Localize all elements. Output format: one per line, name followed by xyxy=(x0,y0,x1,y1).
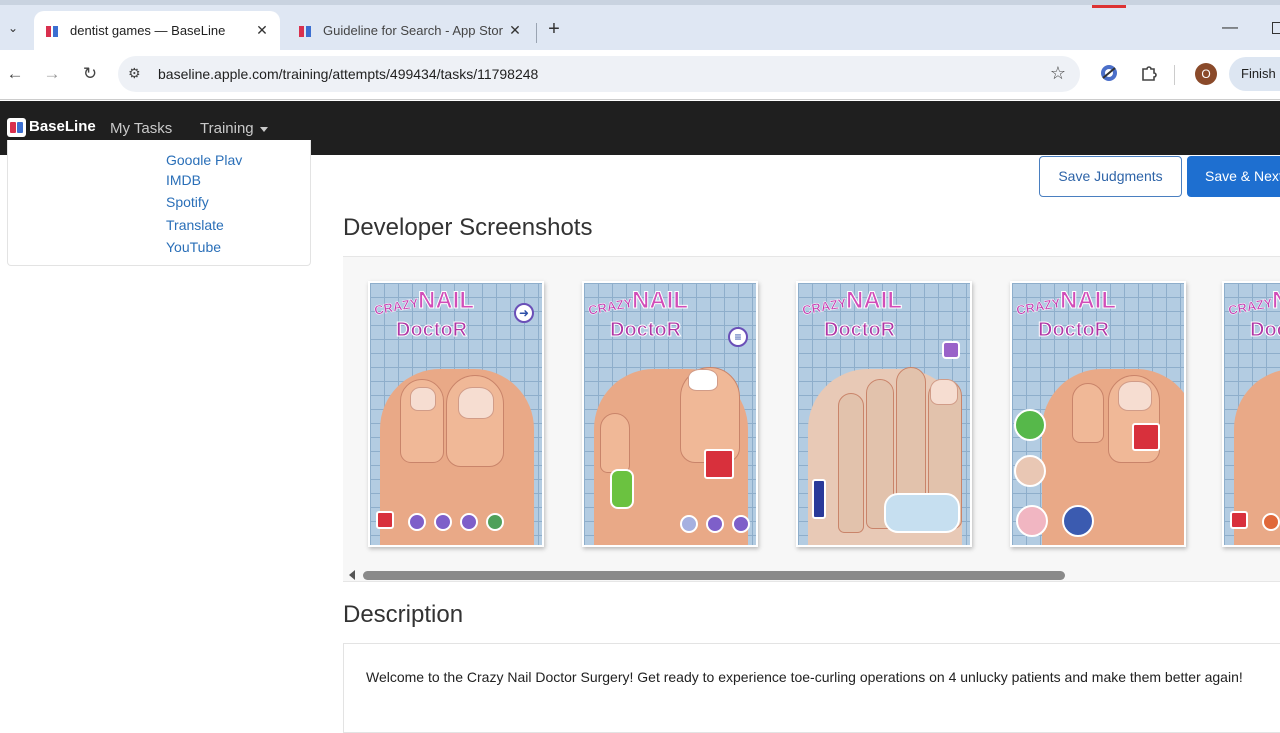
close-icon[interactable]: ✕ xyxy=(254,22,270,39)
save-next-button[interactable]: Save & Next xyxy=(1187,156,1280,197)
tool-icon xyxy=(460,513,478,531)
recording-indicator xyxy=(1092,5,1126,8)
close-icon[interactable]: ✕ xyxy=(507,22,523,39)
bandage-icon xyxy=(1132,423,1160,451)
game-logo: CRAZY NAIL DoctoR xyxy=(801,287,903,342)
game-logo: CRAZY NAIL DoctoR xyxy=(373,287,475,342)
sidebar-link-google-play[interactable]: Google Play xyxy=(166,155,242,165)
horizontal-scrollbar[interactable] xyxy=(363,571,1065,580)
nav-training-label: Training xyxy=(200,120,254,137)
app-screenshot[interactable]: CRAZY NAIL DoctoR xyxy=(1222,281,1280,547)
sidebar-link-spotify[interactable]: Spotify xyxy=(166,194,209,210)
tab-title: dentist games — BaseLine xyxy=(70,23,226,38)
app-screenshot[interactable]: CRAZY NAIL DoctoR xyxy=(1010,281,1186,547)
star-icon[interactable]: ☆ xyxy=(1050,63,1066,84)
arrow-left-icon[interactable]: ← xyxy=(4,64,26,84)
chevron-down-icon[interactable]: ⌄ xyxy=(4,19,22,37)
tune-icon[interactable]: ⚙ xyxy=(128,65,141,82)
bandage-icon xyxy=(704,449,734,479)
thumb-icon xyxy=(1014,409,1046,441)
plus-icon[interactable]: + xyxy=(544,19,564,39)
baseline-favicon-icon xyxy=(297,23,313,39)
email-icon xyxy=(1016,505,1048,537)
scroll-left-arrow-icon[interactable] xyxy=(349,570,355,580)
developer-screenshots-heading: Developer Screenshots xyxy=(343,214,593,241)
caret-down-icon xyxy=(259,126,268,132)
minimize-icon[interactable]: — xyxy=(1222,19,1238,37)
maximize-icon[interactable] xyxy=(1272,22,1280,34)
tool-icon xyxy=(376,511,394,529)
bottle-icon xyxy=(812,479,826,519)
finish-button[interactable]: Finish u xyxy=(1229,57,1280,91)
tool-icon xyxy=(486,513,504,531)
description-text: Welcome to the Crazy Nail Doctor Surgery… xyxy=(366,669,1243,685)
menu-icon: ≡ xyxy=(728,327,748,347)
game-logo: CRAZY NAIL DoctoR xyxy=(1015,287,1117,342)
screenshots-carousel[interactable]: CRAZY NAIL DoctoR ➜ CRAZY NAIL DoctoR ≡ xyxy=(343,256,1280,582)
nav-training[interactable]: Training xyxy=(200,120,268,137)
browser-tab-active[interactable]: dentist games — BaseLine ✕ xyxy=(34,11,280,50)
toolbar-divider xyxy=(1174,65,1175,85)
sidebar-clip: Google Play xyxy=(0,155,320,165)
sharp-label-icon xyxy=(884,493,960,533)
app-screenshot[interactable]: CRAZY NAIL DoctoR ➜ xyxy=(368,281,544,547)
tool-icon xyxy=(434,513,452,531)
game-logo: CRAZY NAIL DoctoR xyxy=(1227,287,1280,342)
puzzle-icon[interactable] xyxy=(1138,63,1160,85)
baseline-logo-icon xyxy=(7,118,26,137)
avatar[interactable]: O xyxy=(1195,63,1217,85)
sidebar-link-imdb[interactable]: IMDB xyxy=(166,172,201,188)
reload-icon[interactable]: ↻ xyxy=(79,64,101,84)
address-bar[interactable]: ⚙ baseline.apple.com/training/attempts/4… xyxy=(118,56,1080,92)
facebook-icon xyxy=(1062,505,1094,537)
bottle-icon xyxy=(610,469,634,509)
jar-icon xyxy=(942,341,960,359)
tool-icon xyxy=(408,513,426,531)
browser-tab-inactive[interactable]: Guideline for Search - App Stor ✕ xyxy=(287,11,533,50)
description-heading: Description xyxy=(343,601,464,628)
app-screenshot[interactable]: CRAZY NAIL DoctoR ≡ xyxy=(582,281,758,547)
globe-extension-icon[interactable] xyxy=(1098,63,1120,85)
browser-tab-bar: ⌄ dentist games — BaseLine ✕ Guideline f… xyxy=(0,0,1280,50)
tab-title: Guideline for Search - App Stor xyxy=(323,23,503,38)
game-logo: CRAZY NAIL DoctoR xyxy=(587,287,689,342)
arrow-right-icon: ➜ xyxy=(514,303,534,323)
arrow-right-icon[interactable]: → xyxy=(41,64,63,84)
url-text[interactable]: baseline.apple.com/training/attempts/499… xyxy=(158,66,538,82)
nav-my-tasks[interactable]: My Tasks xyxy=(110,120,172,137)
sidebar-link-youtube[interactable]: YouTube xyxy=(166,239,221,255)
app-screenshot[interactable]: CRAZY NAIL DoctoR xyxy=(796,281,972,547)
sidebar-link-translate[interactable]: Translate xyxy=(166,217,224,233)
app-logo[interactable]: BaseLine xyxy=(29,118,96,135)
baseline-favicon-icon xyxy=(44,23,60,39)
save-judgments-button[interactable]: Save Judgments xyxy=(1039,156,1182,197)
tab-divider xyxy=(536,23,537,43)
browser-toolbar: ← → ↻ ⚙ baseline.apple.com/training/atte… xyxy=(0,50,1280,100)
